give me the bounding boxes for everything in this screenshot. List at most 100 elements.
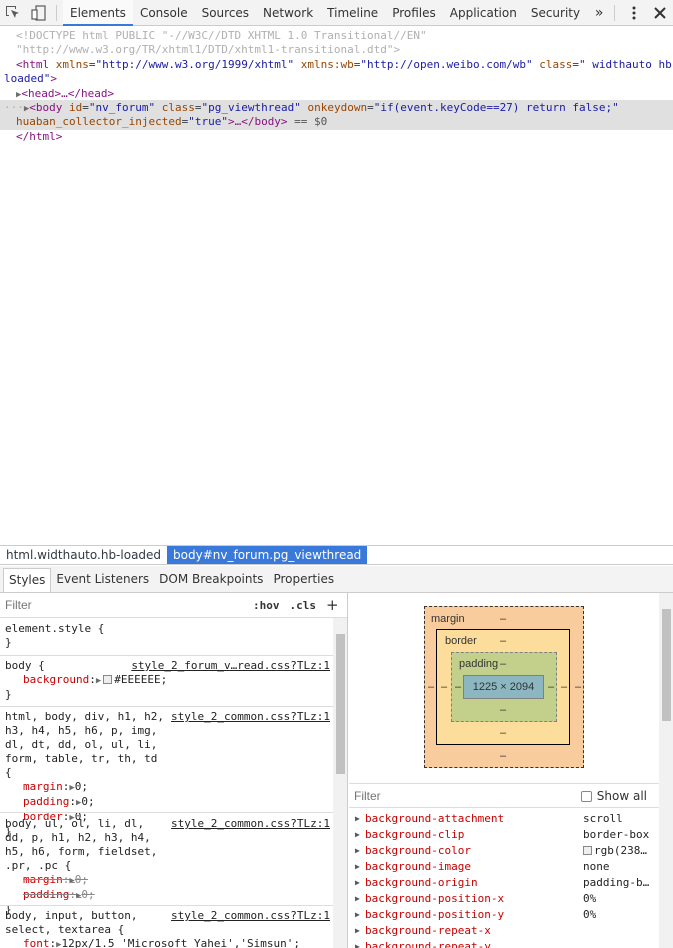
tab-event-listeners[interactable]: Event Listeners: [51, 566, 154, 592]
expand-triangle-icon[interactable]: ▶: [355, 923, 360, 939]
rule-source-link[interactable]: style_2_common.css?TLz:1: [171, 710, 330, 724]
padding-bottom-value[interactable]: –: [500, 704, 506, 716]
tab-application[interactable]: Application: [443, 0, 524, 26]
computed-filter-bar: Show all: [349, 783, 659, 808]
computed-prop-name: background-position-y: [365, 908, 505, 921]
rule-selector-text: body, input, button, select, textarea {: [5, 909, 145, 936]
expand-triangle-icon[interactable]: ▶: [355, 939, 360, 948]
font-rule: body, input, button, select, textarea { …: [5, 909, 330, 948]
border-top-value[interactable]: –: [500, 635, 506, 647]
property-name: padding: [23, 888, 70, 901]
computed-row[interactable]: ▶ background-repeat-x: [349, 923, 659, 939]
styles-filter-input[interactable]: [5, 598, 205, 612]
tab-network[interactable]: Network: [256, 0, 320, 26]
breadcrumb-body[interactable]: body#nv_forum.pg_viewthread: [167, 546, 368, 564]
computed-row[interactable]: ▶ background-image none: [349, 859, 659, 875]
border-left-value[interactable]: –: [441, 681, 447, 693]
html-node[interactable]: <html xmlns="http://www.w3.org/1999/xhtm…: [16, 58, 673, 73]
device-mode-icon[interactable]: [26, 0, 52, 26]
body-rule: body { style_2_forum_v…read.css?TLz:1 ba…: [5, 659, 330, 702]
tab-console[interactable]: Console: [133, 0, 195, 26]
property-name: margin: [23, 873, 63, 886]
tab-profiles[interactable]: Profiles: [385, 0, 443, 26]
expand-triangle-icon[interactable]: ▶: [355, 907, 360, 923]
tab-styles[interactable]: Styles: [3, 568, 52, 592]
padding-right-value[interactable]: –: [548, 681, 554, 693]
margin-label: margin: [431, 613, 465, 625]
expand-triangle-icon[interactable]: ▶: [355, 859, 360, 875]
expand-triangle-icon[interactable]: ▶: [355, 827, 360, 843]
rule-source-link[interactable]: style_2_common.css?TLz:1: [171, 817, 330, 831]
computed-prop-name: background-clip: [365, 828, 465, 841]
property-name: margin: [23, 780, 63, 793]
customize-menu-icon[interactable]: [621, 0, 647, 26]
tab-dom-breakpoints[interactable]: DOM Breakpoints: [154, 566, 268, 592]
expand-triangle-icon[interactable]: ▶: [355, 843, 360, 859]
show-all-toggle[interactable]: Show all: [580, 789, 647, 803]
inspect-element-icon[interactable]: [0, 0, 26, 26]
computed-prop-value: padding-b…: [583, 876, 650, 889]
computed-row[interactable]: ▶ background-origin padding-b…: [349, 875, 659, 891]
margin-right-value[interactable]: –: [575, 681, 581, 693]
rule-source-link[interactable]: style_2_forum_v…read.css?TLz:1: [131, 659, 330, 673]
body-node[interactable]: ···▶<body id="nv_forum" class="pg_viewth…: [4, 101, 619, 116]
property-value: #EEEEEE;: [114, 673, 168, 686]
expand-triangle-icon[interactable]: ▶: [96, 676, 101, 686]
border-bottom-value[interactable]: –: [500, 727, 506, 739]
computed-row[interactable]: ▶ background-repeat-y: [349, 939, 659, 948]
padding-left-value[interactable]: –: [455, 681, 461, 693]
color-swatch[interactable]: [103, 675, 113, 684]
padding-top-value[interactable]: –: [500, 658, 506, 670]
doctype-line-2: "http://www.w3.org/TR/xhtml1/DTD/xhtml1-…: [16, 43, 401, 56]
border-right-value[interactable]: –: [561, 681, 567, 693]
scrollbar-thumb[interactable]: [336, 634, 345, 774]
computed-row[interactable]: ▶ background-clip border-box: [349, 827, 659, 843]
dom-tree: <!DOCTYPE html PUBLIC "-//W3C//DTD XHTML…: [0, 27, 673, 545]
styles-scrollbar[interactable]: [333, 618, 347, 948]
more-tabs-icon[interactable]: »: [589, 5, 609, 21]
computed-row[interactable]: ▶ background-position-y 0%: [349, 907, 659, 923]
css-property-overridden[interactable]: padding:▶0;: [5, 888, 330, 903]
rule-divider: [0, 655, 333, 656]
margin-left-value[interactable]: –: [428, 681, 434, 693]
attr-name: onkeydown: [300, 101, 368, 114]
computed-scrollbar[interactable]: [659, 593, 673, 948]
rule-source-link[interactable]: style_2_common.css?TLz:1: [171, 909, 330, 923]
new-rule-icon[interactable]: +: [326, 596, 339, 614]
css-property[interactable]: margin:▶0;: [5, 780, 330, 795]
cls-button[interactable]: .cls: [290, 599, 317, 612]
tab-timeline[interactable]: Timeline: [320, 0, 385, 26]
show-all-checkbox[interactable]: [580, 790, 592, 802]
expand-triangle-icon[interactable]: ▶: [355, 811, 360, 827]
margin-top-value[interactable]: –: [500, 613, 506, 625]
css-property[interactable]: padding:▶0;: [5, 795, 330, 810]
expand-triangle-icon[interactable]: ▶: [355, 875, 360, 891]
html-close-tag: </html>: [16, 130, 63, 143]
margin-bottom-value[interactable]: –: [500, 750, 506, 762]
css-property[interactable]: background:▶ #EEEEEE;: [5, 673, 330, 688]
expand-triangle-icon[interactable]: ▶: [355, 891, 360, 907]
attr-value: "nv_forum": [88, 101, 156, 114]
tab-security[interactable]: Security: [524, 0, 587, 26]
breadcrumb-html[interactable]: html.widthauto.hb-loaded: [0, 546, 167, 564]
color-swatch[interactable]: [583, 846, 592, 855]
close-icon[interactable]: [647, 0, 673, 26]
css-property-overridden[interactable]: margin:▶0;: [5, 873, 330, 888]
computed-prop-value: none: [583, 860, 610, 873]
tab-sources[interactable]: Sources: [195, 0, 256, 26]
property-name: padding: [23, 795, 70, 808]
computed-filter-input[interactable]: [354, 788, 554, 803]
tab-properties[interactable]: Properties: [268, 566, 339, 592]
css-property[interactable]: font:▶12px/1.5 'Microsoft Yahei','Simsun…: [5, 937, 330, 948]
tab-elements[interactable]: Elements: [63, 0, 133, 26]
computed-row[interactable]: ▶ background-attachment scroll: [349, 811, 659, 827]
scrollbar-thumb[interactable]: [662, 609, 671, 721]
styles-pane: :hov .cls + element.style { } body { sty…: [0, 593, 348, 948]
attr-value: loaded": [4, 72, 51, 85]
hov-button[interactable]: :hov: [253, 599, 280, 612]
element-style-selector[interactable]: element.style {: [5, 622, 330, 636]
computed-row[interactable]: ▶ background-position-x 0%: [349, 891, 659, 907]
computed-row[interactable]: ▶ background-color rgb(238…: [349, 843, 659, 859]
selected-marker: == $0: [287, 115, 328, 128]
head-node[interactable]: ▶<head>…</head>: [16, 87, 114, 102]
